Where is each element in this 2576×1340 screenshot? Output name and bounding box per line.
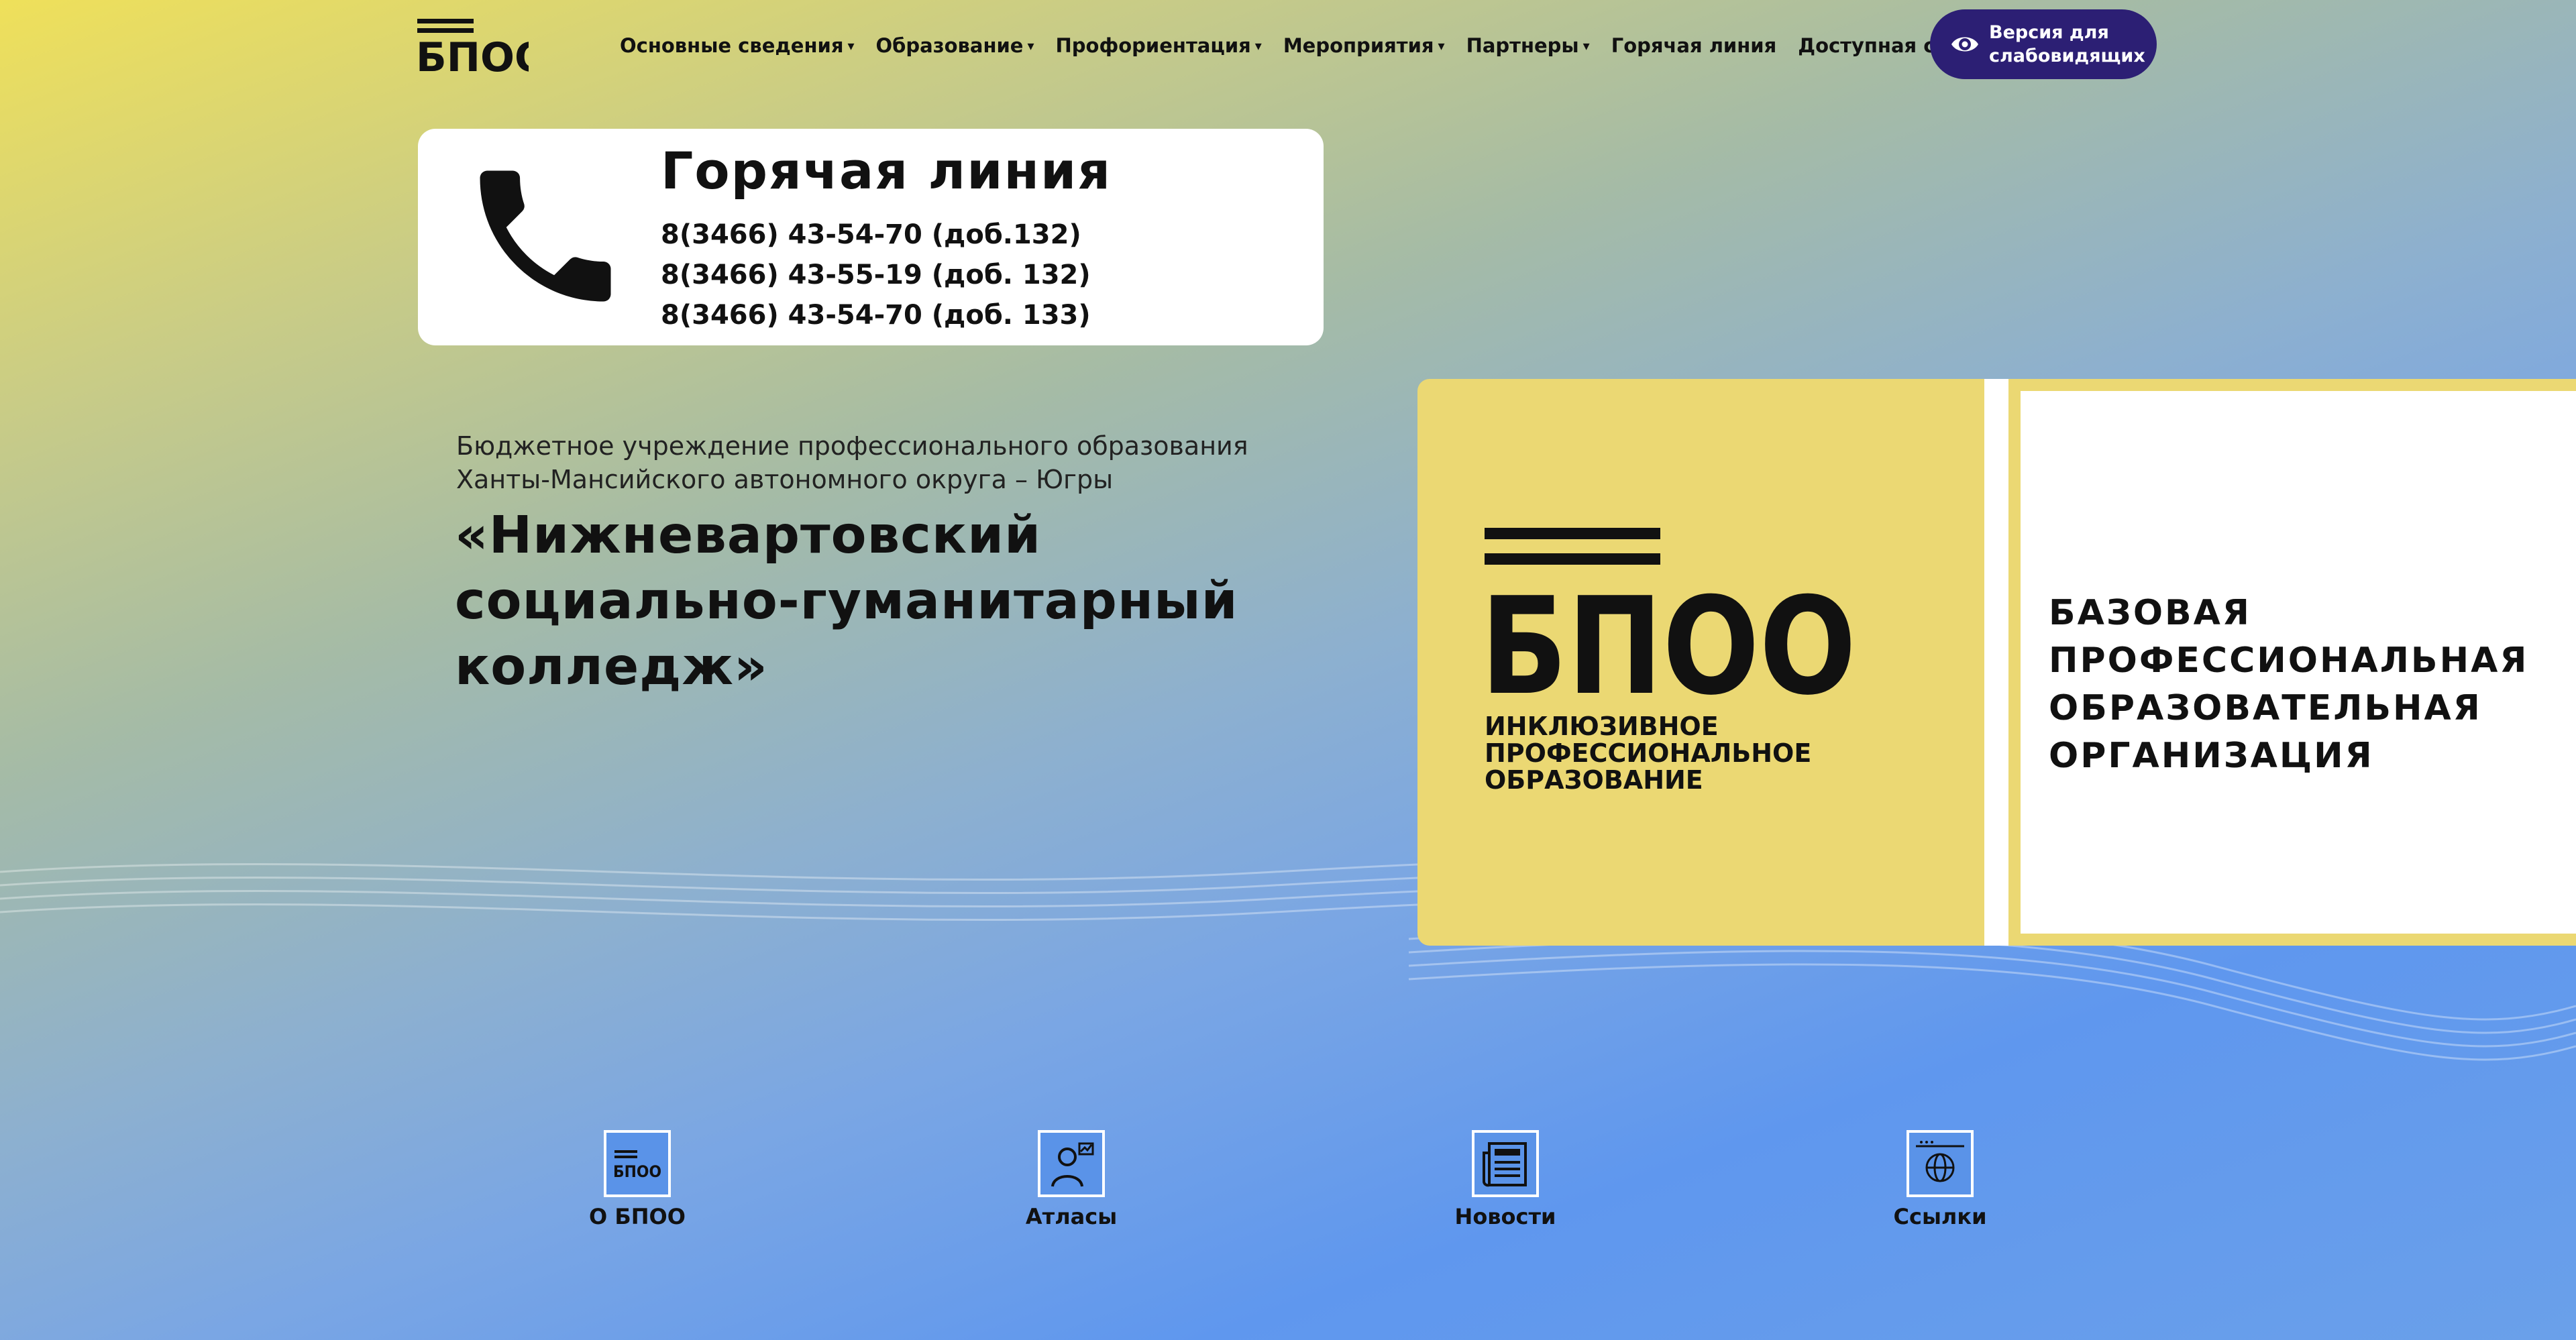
bpoo-banner-text: БАЗОВАЯ ПРОФЕССИОНАЛЬНАЯ ОБРАЗОВАТЕЛЬНАЯ… bbox=[2049, 593, 2529, 776]
bpoo-big-logo: БПОО bbox=[1485, 528, 1856, 695]
main-nav: Основные сведения ▾ Образование ▾ Профор… bbox=[620, 27, 2012, 64]
hotline-phone[interactable]: 8(3466) 43-54-70 (доб.132) bbox=[661, 215, 1091, 255]
hotline-card: Горячая линия 8(3466) 43-54-70 (доб.132)… bbox=[418, 129, 1324, 345]
nav-item-label: Горячая линия bbox=[1611, 34, 1777, 57]
hotline-phone[interactable]: 8(3466) 43-55-19 (доб. 132) bbox=[661, 255, 1091, 295]
svg-text:БПОО: БПОО bbox=[613, 1162, 661, 1181]
tile-label: Ссылки bbox=[1893, 1204, 1987, 1229]
chevron-down-icon: ▾ bbox=[1438, 38, 1445, 54]
bpoo-logo-icon: БПОО bbox=[604, 1130, 671, 1197]
nav-item-label: Образование bbox=[875, 34, 1024, 57]
bpoo-logo-subtitle: ИНКЛЮЗИВНОЕ ПРОФЕССИОНАЛЬНОЕ ОБРАЗОВАНИЕ bbox=[1485, 712, 1812, 795]
newspaper-icon bbox=[1472, 1130, 1539, 1197]
tile-atlases[interactable]: Атласы bbox=[937, 1130, 1205, 1229]
nav-item-events[interactable]: Мероприятия ▾ bbox=[1283, 34, 1445, 57]
hotline-phone[interactable]: 8(3466) 43-54-70 (доб. 133) bbox=[661, 295, 1091, 335]
organization-subtitle: Бюджетное учреждение профессионального о… bbox=[456, 431, 1248, 494]
banner-divider bbox=[1984, 379, 2008, 946]
nav-item-label: Мероприятия bbox=[1283, 34, 1434, 57]
bpoo-banner-left: БПОО ИНКЛЮЗИВНОЕ ПРОФЕССИОНАЛЬНОЕ ОБРАЗО… bbox=[1417, 379, 1984, 946]
organization-name: «Нижневартовский социально-гуманитарный … bbox=[455, 506, 1238, 697]
header-logo-text: БПОО bbox=[416, 34, 529, 74]
bpoo-big-logo-text: БПОО bbox=[1485, 569, 1856, 695]
chevron-down-icon: ▾ bbox=[1027, 38, 1034, 54]
visually-impaired-version-label: Версия для слабовидящих bbox=[1989, 22, 2145, 66]
nav-item-hotline[interactable]: Горячая линия bbox=[1611, 34, 1777, 57]
tile-links[interactable]: Ссылки bbox=[1806, 1130, 2074, 1229]
tile-about-bpoo[interactable]: БПОО О БПОО bbox=[503, 1130, 771, 1229]
globe-icon bbox=[1907, 1130, 1974, 1197]
nav-item-basic-info[interactable]: Основные сведения ▾ bbox=[620, 34, 855, 57]
phone-icon bbox=[480, 170, 611, 302]
visually-impaired-version-button[interactable]: Версия для слабовидящих bbox=[1930, 9, 2157, 79]
bpoo-banner-right-panel: БАЗОВАЯ ПРОФЕССИОНАЛЬНАЯ ОБРАЗОВАТЕЛЬНАЯ… bbox=[2021, 391, 2576, 934]
chevron-down-icon: ▾ bbox=[847, 38, 855, 54]
nav-item-partners[interactable]: Партнеры ▾ bbox=[1466, 34, 1590, 57]
header-logo[interactable]: БПОО bbox=[416, 16, 529, 74]
nav-item-label: Основные сведения bbox=[620, 34, 844, 57]
hotline-phone-list: 8(3466) 43-54-70 (доб.132) 8(3466) 43-55… bbox=[661, 215, 1091, 335]
hotline-title: Горячая линия bbox=[661, 141, 1112, 201]
nav-item-label: Профориентация bbox=[1055, 34, 1251, 57]
nav-item-education[interactable]: Образование ▾ bbox=[876, 34, 1034, 57]
chevron-down-icon: ▾ bbox=[1582, 38, 1590, 54]
bpoo-banner-right: БАЗОВАЯ ПРОФЕССИОНАЛЬНАЯ ОБРАЗОВАТЕЛЬНАЯ… bbox=[2008, 379, 2576, 946]
atlas-person-icon bbox=[1038, 1130, 1105, 1197]
nav-item-label: Партнеры bbox=[1466, 34, 1579, 57]
eye-icon bbox=[1951, 37, 1978, 52]
tile-label: Новости bbox=[1454, 1204, 1556, 1229]
nav-item-career-guidance[interactable]: Профориентация ▾ bbox=[1056, 34, 1262, 57]
chevron-down-icon: ▾ bbox=[1254, 38, 1262, 54]
tile-label: Атласы bbox=[1025, 1204, 1118, 1229]
tile-news[interactable]: Новости bbox=[1371, 1130, 1640, 1229]
tile-label: О БПОО bbox=[589, 1204, 686, 1229]
